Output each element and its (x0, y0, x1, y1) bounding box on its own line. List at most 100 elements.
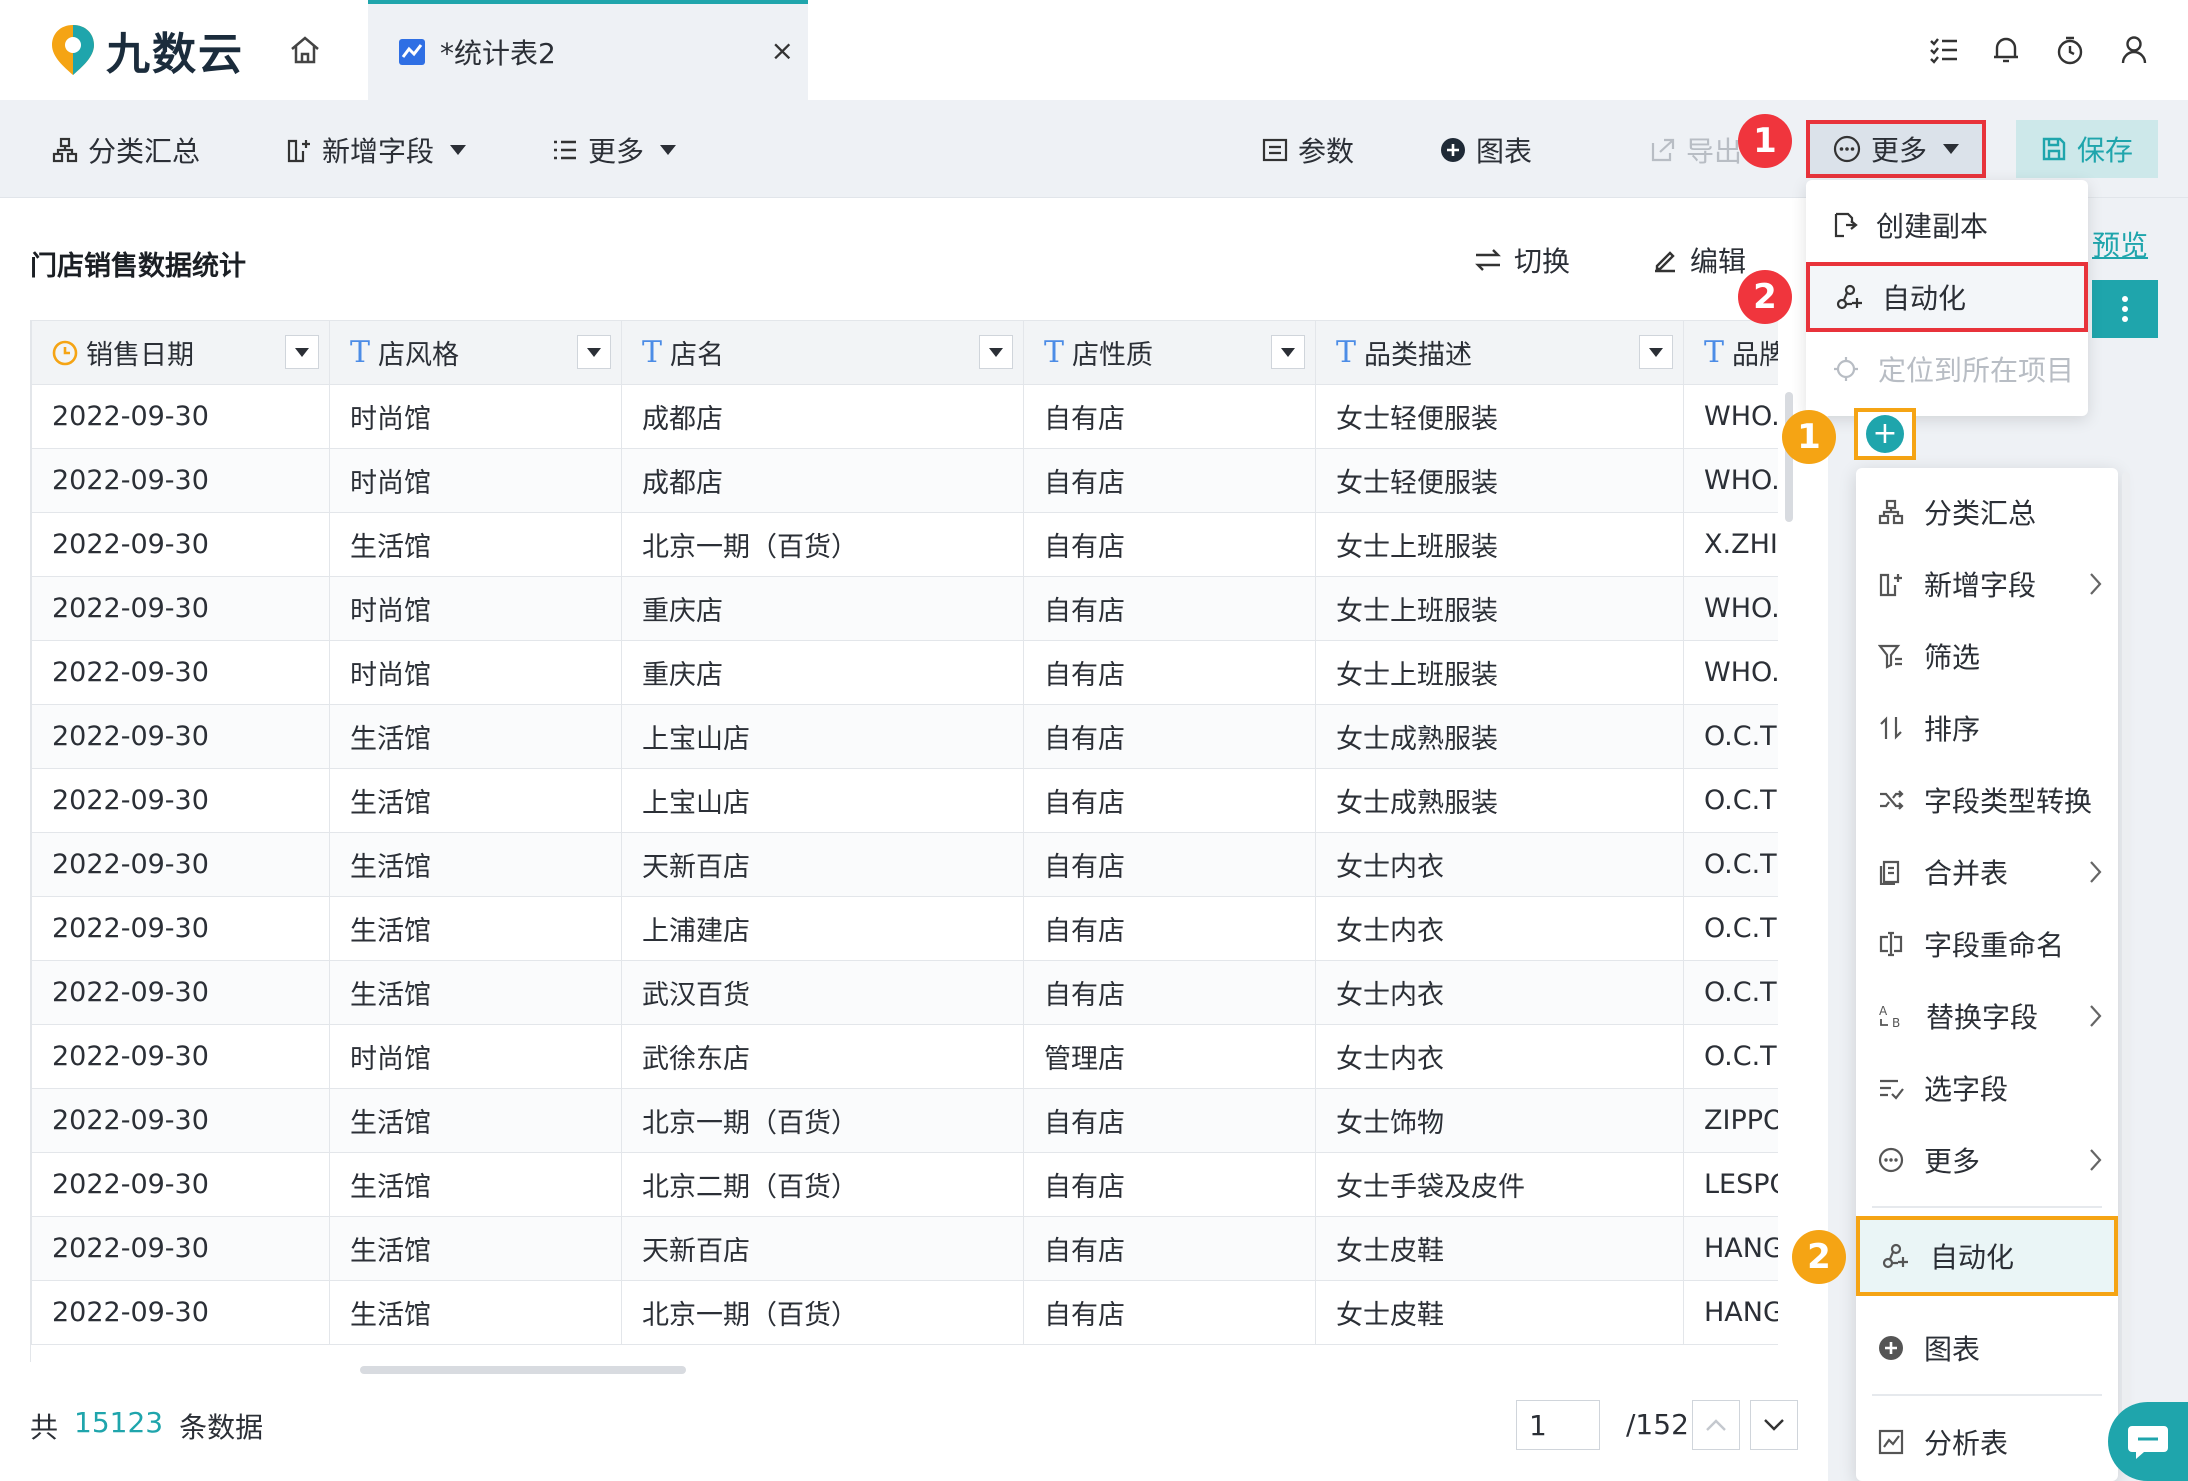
table-cell[interactable]: 自有店 (1023, 1280, 1316, 1345)
table-cell[interactable]: O.C.T (1683, 896, 1778, 961)
table-cell[interactable]: 北京一期（百货） (621, 512, 1024, 577)
side-item-merge-table[interactable]: 合并表 (1856, 836, 2118, 908)
table-cell[interactable]: 成都店 (621, 448, 1024, 513)
next-page-button[interactable] (1750, 1400, 1798, 1450)
table-cell[interactable]: 女士轻便服装 (1315, 448, 1684, 513)
table-cell[interactable]: O.C.T (1683, 1024, 1778, 1089)
table-cell[interactable]: 女士内衣 (1315, 960, 1684, 1025)
table-cell[interactable]: 自有店 (1023, 1152, 1316, 1217)
page-number-input[interactable] (1516, 1400, 1600, 1450)
table-row[interactable]: 2022-09-30生活馆天新百店自有店女士皮鞋HANG TEN (31, 1216, 1778, 1281)
table-row[interactable]: 2022-09-30 时尚馆 武徐东店 管理店 女士内衣 O.C.T (31, 1024, 1778, 1089)
table-cell[interactable]: WHO.A.U (1683, 576, 1778, 641)
side-item-automation[interactable]: 自动化 (1856, 1216, 2118, 1296)
table-cell[interactable]: 2022-09-30 (31, 1280, 330, 1345)
table-cell[interactable]: 生活馆 (329, 768, 622, 833)
table-cell[interactable]: WHO.A.U (1683, 448, 1778, 513)
add-field-button[interactable]: 新增字段 (286, 128, 467, 172)
params-button[interactable]: 参数 (1262, 128, 1354, 172)
table-cell[interactable]: 管理店 (1023, 1024, 1316, 1089)
table-cell[interactable]: LESPORTSAC (1683, 1152, 1778, 1217)
side-item-more[interactable]: 更多 (1856, 1124, 2118, 1196)
menu-item-locate-project[interactable]: 定位到所在项目 (1806, 334, 2088, 404)
table-cell[interactable]: 自有店 (1023, 448, 1316, 513)
table-row[interactable]: 2022-09-30时尚馆重庆店自有店女士上班服装WHO.A.U (31, 640, 1778, 705)
table-cell[interactable]: 自有店 (1023, 384, 1316, 449)
table-cell[interactable]: 生活馆 (329, 1152, 622, 1217)
more-menu-right-button[interactable]: 更多 (1806, 120, 1986, 178)
table-cell[interactable]: 自有店 (1023, 768, 1316, 833)
app-logo[interactable]: 九数云 (50, 20, 244, 80)
table-cell[interactable]: 上浦建店 (621, 896, 1024, 961)
tab-close-icon[interactable]: × (771, 34, 794, 67)
chat-support-button[interactable] (2108, 1402, 2188, 1481)
side-item-chart[interactable]: 图表 (1856, 1312, 2118, 1384)
preview-link[interactable]: 预览 (2092, 224, 2148, 264)
table-cell[interactable]: 自有店 (1023, 832, 1316, 897)
table-cell[interactable]: 2022-09-30 (31, 448, 330, 513)
table-cell[interactable]: 重庆店 (621, 576, 1024, 641)
table-cell[interactable]: 女士皮鞋 (1315, 1216, 1684, 1281)
table-cell[interactable]: O.C.T (1683, 768, 1778, 833)
table-cell[interactable]: 时尚馆 (329, 384, 622, 449)
table-cell[interactable]: 北京一期（百货） (621, 1280, 1024, 1345)
table-cell[interactable]: 生活馆 (329, 1216, 622, 1281)
table-cell[interactable]: 生活馆 (329, 896, 622, 961)
table-cell[interactable]: 上宝山店 (621, 704, 1024, 769)
table-cell[interactable]: HANG TEN (1683, 1280, 1778, 1345)
table-cell[interactable]: 女士皮鞋 (1315, 1280, 1684, 1345)
table-cell[interactable]: O.C.T (1683, 704, 1778, 769)
task-list-icon[interactable] (1924, 30, 1964, 70)
more-menu-left-button[interactable]: 更多 (552, 128, 677, 172)
table-cell[interactable]: 自有店 (1023, 1088, 1316, 1153)
column-header-store-type[interactable]: T 店性质 (1023, 320, 1316, 385)
table-cell[interactable]: 自有店 (1023, 704, 1316, 769)
side-menu-scrollbar[interactable] (2122, 472, 2130, 1472)
table-cell[interactable]: 女士上班服装 (1315, 512, 1684, 577)
column-dropdown-button[interactable] (979, 335, 1013, 369)
table-cell[interactable]: 2022-09-30 (31, 704, 330, 769)
table-cell[interactable]: 2022-09-30 (31, 1024, 330, 1089)
table-row[interactable]: 2022-09-30生活馆北京一期（百货）自有店女士上班服装X.ZHILE (31, 512, 1778, 577)
horizontal-scrollbar[interactable] (360, 1366, 686, 1374)
kebab-menu-button[interactable] (2092, 280, 2158, 338)
table-cell[interactable]: 自有店 (1023, 576, 1316, 641)
table-cell[interactable]: HANG TEN (1683, 1216, 1778, 1281)
user-icon[interactable] (2114, 30, 2154, 70)
table-row[interactable]: 2022-09-30时尚馆重庆店自有店女士上班服装WHO.A.U (31, 576, 1778, 641)
table-cell[interactable]: 2022-09-30 (31, 384, 330, 449)
side-item-rename-field[interactable]: 字段重命名 (1856, 908, 2118, 980)
table-cell[interactable]: 天新百店 (621, 1216, 1024, 1281)
table-cell[interactable]: 上宝山店 (621, 768, 1024, 833)
table-cell[interactable]: O.C.T (1683, 960, 1778, 1025)
side-item-sort[interactable]: 排序 (1856, 692, 2118, 764)
table-cell[interactable]: 武汉百货 (621, 960, 1024, 1025)
table-cell[interactable]: O.C.T (1683, 832, 1778, 897)
table-cell[interactable]: 2022-09-30 (31, 1216, 330, 1281)
table-cell[interactable]: 2022-09-30 (31, 768, 330, 833)
column-header-brand[interactable]: T品牌 (1683, 320, 1778, 385)
table-cell[interactable]: 自有店 (1023, 640, 1316, 705)
table-cell[interactable]: 自有店 (1023, 1216, 1316, 1281)
table-cell[interactable]: 自有店 (1023, 512, 1316, 577)
side-item-select-fields[interactable]: 选字段 (1856, 1052, 2118, 1124)
table-cell[interactable]: 女士轻便服装 (1315, 384, 1684, 449)
table-cell[interactable]: 女士成熟服装 (1315, 704, 1684, 769)
table-cell[interactable]: 2022-09-30 (31, 640, 330, 705)
table-cell[interactable]: 时尚馆 (329, 1024, 622, 1089)
group-summary-button[interactable]: 分类汇总 (52, 128, 200, 172)
table-cell[interactable]: X.ZHILE (1683, 512, 1778, 577)
column-dropdown-button[interactable] (285, 335, 319, 369)
table-cell[interactable]: WHO.A.U (1683, 384, 1778, 449)
table-cell[interactable]: 成都店 (621, 384, 1024, 449)
table-cell[interactable]: 自有店 (1023, 960, 1316, 1025)
side-item-analysis-table[interactable]: 分析表 (1856, 1406, 2118, 1478)
table-cell[interactable]: 女士上班服装 (1315, 576, 1684, 641)
column-header-category[interactable]: T 品类描述 (1315, 320, 1684, 385)
table-row[interactable]: 2022-09-30 生活馆 武汉百货 自有店 女士内衣 O.C.T (31, 960, 1778, 1025)
table-cell[interactable]: 生活馆 (329, 960, 622, 1025)
column-dropdown-button[interactable] (1271, 335, 1305, 369)
side-item-filter[interactable]: 筛选 (1856, 620, 2118, 692)
table-cell[interactable]: 自有店 (1023, 896, 1316, 961)
table-cell[interactable]: 北京一期（百货） (621, 1088, 1024, 1153)
